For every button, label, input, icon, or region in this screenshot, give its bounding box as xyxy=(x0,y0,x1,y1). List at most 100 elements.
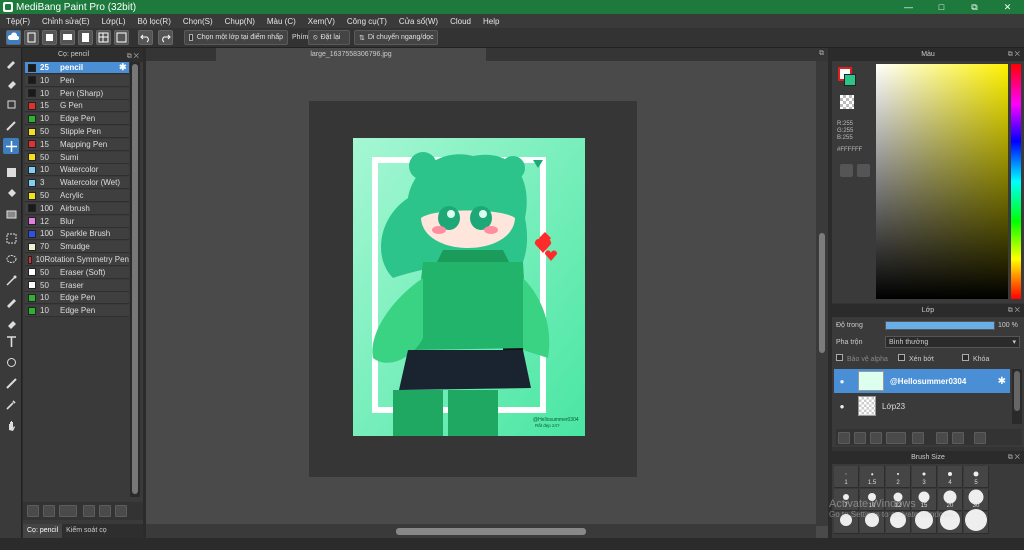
maximize-button[interactable]: □ xyxy=(925,0,958,14)
transparent-color-swatch[interactable] xyxy=(840,95,854,109)
select-rect-icon[interactable] xyxy=(3,230,19,246)
brush-size-cell[interactable]: 1 xyxy=(834,466,859,488)
brush-size-cell[interactable]: 30 xyxy=(964,489,989,511)
shape-tool-icon[interactable] xyxy=(3,164,19,180)
brush-size-cell[interactable] xyxy=(964,509,989,534)
page-icon[interactable] xyxy=(78,30,93,45)
brush-size-cell[interactable]: 3 xyxy=(912,466,937,488)
menu-layer[interactable]: Lớp(L) xyxy=(96,17,132,26)
menu-edit[interactable]: Chỉnh sửa(E) xyxy=(36,17,96,26)
menu-color[interactable]: Màu (C) xyxy=(261,17,302,26)
close-button[interactable]: ✕ xyxy=(991,0,1024,14)
layer-settings-gear-icon[interactable]: ✱ xyxy=(998,376,1006,387)
brush-size-pin-icon[interactable]: ⧉ ✕ xyxy=(1008,451,1020,464)
brush-item[interactable]: 12 Blur xyxy=(25,215,129,228)
grid-icon[interactable] xyxy=(96,30,111,45)
brush-item[interactable]: 10 Edge Pen xyxy=(25,292,129,305)
new-1bit-layer-icon[interactable] xyxy=(870,432,882,444)
brush-item[interactable]: 50 Eraser xyxy=(25,279,129,292)
brush-item[interactable]: 15 Mapping Pen xyxy=(25,138,129,151)
blend-mode-select[interactable]: Bình thường ▾ xyxy=(885,336,1020,348)
menu-help[interactable]: Help xyxy=(477,17,505,26)
document-tab[interactable]: large_1637558306796.jpg xyxy=(216,48,486,61)
open-icon[interactable] xyxy=(42,30,57,45)
undo-icon[interactable] xyxy=(138,30,153,45)
brush-tool-icon[interactable] xyxy=(3,54,19,70)
select-pen-icon[interactable] xyxy=(3,293,19,309)
canvas-pin-icon[interactable]: ⧉ xyxy=(819,50,824,58)
brush-item[interactable]: 10 Pen (Sharp) xyxy=(25,87,129,100)
select-layer-checkbox[interactable] xyxy=(189,34,193,41)
frame-divider-icon[interactable] xyxy=(3,375,19,391)
menu-snap[interactable]: Chụp(N) xyxy=(219,17,261,26)
canvas-area[interactable]: large_1637558306796.jpg ⧉ @Hellosummer03… xyxy=(146,48,828,538)
brush-item[interactable]: 50 Stipple Pen xyxy=(25,126,129,138)
fill-tool-icon[interactable] xyxy=(3,185,19,201)
layer-scrollbar[interactable] xyxy=(1012,369,1022,424)
gradient-tool-icon[interactable] xyxy=(3,206,19,222)
lock-checkbox[interactable]: Khóa xyxy=(962,354,989,363)
brush-item[interactable]: 15 G Pen xyxy=(25,100,129,113)
palette-icon[interactable] xyxy=(840,164,853,177)
brush-item[interactable]: 50 Sumi xyxy=(25,151,129,164)
duplicate-icon[interactable] xyxy=(115,505,127,517)
background-color-swatch[interactable] xyxy=(844,74,856,86)
add-brush-icon[interactable] xyxy=(43,505,55,517)
brush-item[interactable]: 25 pencil ✱ xyxy=(25,62,129,74)
select-eraser-icon[interactable] xyxy=(3,314,19,330)
layer-menu-icon[interactable] xyxy=(886,432,906,444)
redo-icon[interactable] xyxy=(158,30,173,45)
menu-file[interactable]: Tệp(F) xyxy=(0,17,36,26)
layer-row[interactable]: ● @Hellosummer0304 ✱ xyxy=(834,369,1010,393)
brush-item[interactable]: 10 Edge Pen xyxy=(25,113,129,126)
menu-cloud[interactable]: Cloud xyxy=(444,17,477,26)
brush-item[interactable]: 100 Sparkle Brush xyxy=(25,228,129,241)
cloud-brush-icon[interactable] xyxy=(27,505,39,517)
menu-view[interactable]: Xem(V) xyxy=(302,17,341,26)
layer-row[interactable]: ● Lớp23 xyxy=(834,394,1010,418)
new-halftone-layer-icon[interactable] xyxy=(854,432,866,444)
cloud-icon[interactable] xyxy=(6,30,21,45)
menu-select[interactable]: Chọn(S) xyxy=(177,17,219,26)
new-file-icon[interactable] xyxy=(24,30,39,45)
brush-size-cell[interactable]: 1.5 xyxy=(860,466,885,488)
layer-visibility-icon[interactable]: ● xyxy=(834,402,850,411)
brush-item[interactable]: 3 Watercolor (Wet) xyxy=(25,177,129,190)
restore-button[interactable]: ⧉ xyxy=(958,0,991,14)
brush-item[interactable]: 100 Airbrush xyxy=(25,202,129,215)
hue-slider[interactable] xyxy=(1011,64,1021,299)
copy-brush-icon[interactable] xyxy=(83,505,95,517)
tab-brush[interactable]: Cọ: pencil xyxy=(23,524,63,538)
brush-size-cell[interactable]: 5 xyxy=(964,466,989,488)
protect-alpha-checkbox[interactable]: Bảo vệ alpha xyxy=(836,354,888,363)
menu-tools[interactable]: Công cụ(T) xyxy=(341,17,393,26)
new-layer-icon[interactable] xyxy=(838,432,850,444)
layer-folder-icon[interactable] xyxy=(912,432,924,444)
eraser-tool-icon[interactable] xyxy=(3,75,19,91)
saturation-value-picker[interactable] xyxy=(876,64,1008,299)
brush-size-cell[interactable]: 4 xyxy=(938,466,963,488)
text-tool-icon[interactable] xyxy=(3,333,19,349)
brush-item[interactable]: 10 Watercolor xyxy=(25,164,129,177)
dot-tool-icon[interactable] xyxy=(3,96,19,112)
menu-window[interactable]: Cửa sổ(W) xyxy=(393,17,444,26)
clipping-checkbox[interactable]: Xén bớt xyxy=(898,354,934,363)
delete-layer-icon[interactable] xyxy=(974,432,986,444)
brush-item[interactable]: 10 Pen xyxy=(25,74,129,87)
frame-icon[interactable] xyxy=(114,30,129,45)
lasso-icon[interactable] xyxy=(3,251,19,267)
layer-visibility-icon[interactable]: ● xyxy=(834,377,850,386)
canvas-horizontal-scrollbar[interactable] xyxy=(146,524,816,538)
brush-menu-icon[interactable] xyxy=(59,505,77,517)
layer-panel-pin-icon[interactable]: ⧉ ✕ xyxy=(1008,304,1020,317)
brush-item[interactable]: 70 Smudge xyxy=(25,241,129,254)
duplicate-layer-icon[interactable] xyxy=(936,432,948,444)
operation-tool-icon[interactable] xyxy=(3,354,19,370)
pen-tool-icon[interactable] xyxy=(3,117,19,133)
brush-item[interactable]: 50 Acrylic xyxy=(25,190,129,202)
opacity-slider[interactable] xyxy=(885,321,995,330)
canvas-vertical-scrollbar[interactable] xyxy=(816,61,828,526)
hand-tool-icon[interactable] xyxy=(3,417,19,433)
color-panel-pin-icon[interactable]: ⧉ ✕ xyxy=(1008,48,1020,61)
select-layer-toggle[interactable]: Chọn một lớp tại điểm nhấp xyxy=(184,30,288,45)
